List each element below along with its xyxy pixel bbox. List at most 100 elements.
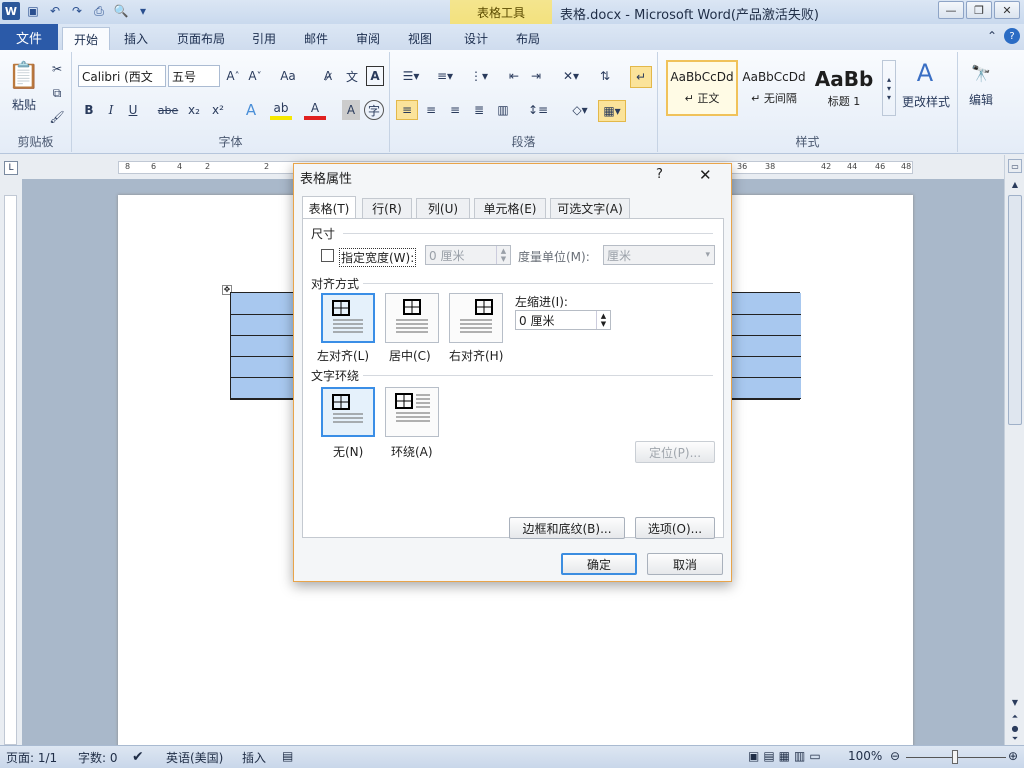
distribute-icon[interactable]: ▥ xyxy=(492,100,514,120)
borders-shading-button[interactable]: 边框和底纹(B)... xyxy=(509,517,625,539)
copy-icon[interactable]: ⧉ xyxy=(48,84,66,102)
superscript-button[interactable]: x² xyxy=(208,100,228,120)
indent-input[interactable]: 0 厘米 ▲ ▼ xyxy=(515,310,611,330)
paste-button-label[interactable]: 粘贴 xyxy=(4,96,44,112)
preferred-width-checkbox[interactable] xyxy=(321,249,334,262)
zoom-in-icon[interactable]: ⊕ xyxy=(1008,749,1018,763)
ok-button[interactable]: 确定 xyxy=(561,553,637,575)
cancel-button[interactable]: 取消 xyxy=(647,553,723,575)
change-case-icon[interactable]: Aa xyxy=(276,66,300,86)
italic-button[interactable]: I xyxy=(102,100,120,120)
tab-view[interactable]: 视图 xyxy=(400,27,440,50)
underline-button[interactable]: U xyxy=(124,100,142,120)
dialog-tab-row[interactable]: 行(R) xyxy=(362,198,412,218)
align-right-icon[interactable]: ≡ xyxy=(444,100,466,120)
tab-selector-icon[interactable]: L xyxy=(4,161,18,175)
sort-icon[interactable]: ⇅ xyxy=(594,66,616,86)
show-marks-icon[interactable]: ↵ xyxy=(630,66,652,88)
font-name-select[interactable]: Calibri (西文 xyxy=(78,65,166,87)
select-browse-icon[interactable]: ● xyxy=(1008,723,1022,733)
binoculars-icon[interactable]: 🔭 xyxy=(966,58,996,88)
phonetic-guide-icon[interactable]: 文 xyxy=(342,66,362,86)
cut-icon[interactable]: ✂ xyxy=(48,60,66,78)
scrollbar-thumb[interactable] xyxy=(1008,195,1022,425)
tab-page-layout[interactable]: 页面布局 xyxy=(168,27,234,50)
dialog-tab-table[interactable]: 表格(T) xyxy=(302,196,356,219)
dialog-tab-column[interactable]: 列(U) xyxy=(416,198,470,218)
chinese-layout-icon[interactable]: ✕▾ xyxy=(558,66,584,86)
word-app-icon[interactable]: W xyxy=(2,2,20,20)
align-center-icon[interactable]: ≡ xyxy=(420,100,442,120)
zoom-level[interactable]: 100% xyxy=(848,749,882,763)
tab-file[interactable]: 文件 xyxy=(0,24,58,50)
shrink-font-icon[interactable]: A ˅ xyxy=(246,66,264,86)
language[interactable]: 英语(美国) xyxy=(166,749,223,766)
align-center-option[interactable] xyxy=(385,293,439,343)
close-window-button[interactable]: ✕ xyxy=(994,1,1020,19)
paste-icon[interactable]: 📋 xyxy=(8,58,40,94)
ruler-toggle-icon[interactable]: ▭ xyxy=(1008,159,1022,173)
highlight-icon[interactable]: ab xyxy=(270,100,292,120)
redo-icon[interactable]: ↷ xyxy=(68,2,86,20)
numbering-icon[interactable]: ≡▾ xyxy=(430,66,460,86)
format-painter-icon[interactable]: 🖌 xyxy=(48,108,66,126)
clear-format-icon[interactable]: A̷ xyxy=(318,66,338,86)
collapse-ribbon-icon[interactable]: ⌃ xyxy=(984,28,1000,44)
scroll-down-icon[interactable]: ▼ xyxy=(1008,695,1022,709)
dialog-help-button[interactable]: ? xyxy=(656,167,663,182)
align-left-option[interactable] xyxy=(321,293,375,343)
align-right-option[interactable] xyxy=(449,293,503,343)
style-no-spacing[interactable]: AaBbCcDd ↵ 无间隔 xyxy=(738,60,810,116)
help-icon[interactable]: ? xyxy=(1004,28,1020,44)
next-page-icon[interactable]: ⏷ xyxy=(1008,733,1022,745)
prev-page-icon[interactable]: ⏶ xyxy=(1008,711,1022,723)
zoom-out-icon[interactable]: ⊖ xyxy=(890,749,900,763)
subscript-button[interactable]: x₂ xyxy=(184,100,204,120)
options-button[interactable]: 选项(O)... xyxy=(635,517,715,539)
wrap-none-option[interactable] xyxy=(321,387,375,437)
undo-icon[interactable]: ↶ xyxy=(46,2,64,20)
page-count[interactable]: 页面: 1/1 xyxy=(6,749,57,766)
search-preview-icon[interactable]: 🔍 xyxy=(112,2,130,20)
line-spacing-icon[interactable]: ↕≡ xyxy=(524,100,552,120)
style-normal[interactable]: AaBbCcDd ↵ 正文 xyxy=(666,60,738,116)
decrease-indent-icon[interactable]: ⇤ xyxy=(504,66,524,86)
editing-label[interactable]: 编辑 xyxy=(962,90,1000,108)
positioning-button[interactable]: 定位(P)... xyxy=(635,441,715,463)
zoom-slider-thumb[interactable] xyxy=(952,750,958,764)
dialog-tab-cell[interactable]: 单元格(E) xyxy=(474,198,546,218)
dialog-close-button[interactable]: ✕ xyxy=(699,166,712,184)
tab-home[interactable]: 开始 xyxy=(62,27,110,50)
tab-insert[interactable]: 插入 xyxy=(114,27,158,50)
preferred-width-spinner[interactable]: ▲ ▼ xyxy=(496,246,510,264)
enclose-char-icon[interactable]: 字 xyxy=(364,100,384,120)
multilevel-list-icon[interactable]: ⋮▾ xyxy=(464,66,494,86)
font-size-select[interactable]: 五号 xyxy=(168,65,220,87)
tab-mailings[interactable]: 邮件 xyxy=(296,27,336,50)
measure-unit-select[interactable]: 厘米 ▾ xyxy=(603,245,715,265)
print-preview-icon[interactable]: ⎙ xyxy=(90,2,108,20)
tab-references[interactable]: 引用 xyxy=(244,27,284,50)
strikethrough-button[interactable]: abe xyxy=(156,100,180,120)
insert-mode[interactable]: 插入 xyxy=(242,749,266,766)
bullets-icon[interactable]: ☰▾ xyxy=(396,66,426,86)
save-icon[interactable]: ▣ xyxy=(24,2,42,20)
tab-review[interactable]: 审阅 xyxy=(348,27,388,50)
proofing-icon[interactable]: ✔ xyxy=(132,749,144,765)
view-buttons-icon[interactable]: ▣▤▦▥▭ xyxy=(748,749,825,763)
shading-icon[interactable]: ◇▾ xyxy=(566,100,594,120)
char-border-icon[interactable]: A xyxy=(366,66,384,86)
bold-button[interactable]: B xyxy=(80,100,98,120)
preferred-width-input[interactable]: 0 厘米 ▲ ▼ xyxy=(425,245,511,265)
justify-icon[interactable]: ≣ xyxy=(468,100,490,120)
style-heading1[interactable]: AaBb 标题 1 xyxy=(810,60,878,116)
wrap-around-option[interactable] xyxy=(385,387,439,437)
macro-record-icon[interactable]: ▤ xyxy=(282,749,293,763)
customize-qat-icon[interactable]: ▾ xyxy=(134,2,152,20)
borders-icon[interactable]: ▦▾ xyxy=(598,100,626,122)
change-styles-icon[interactable]: A xyxy=(910,58,940,88)
vertical-ruler[interactable] xyxy=(4,195,17,745)
char-shading-icon[interactable]: A xyxy=(342,100,360,120)
grow-font-icon[interactable]: A ˄ xyxy=(224,66,242,86)
tab-design[interactable]: 设计 xyxy=(454,27,498,50)
